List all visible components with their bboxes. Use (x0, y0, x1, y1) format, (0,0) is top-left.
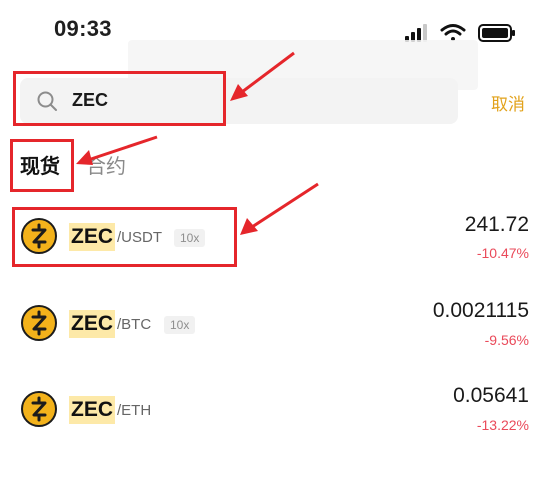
tab-contract[interactable]: 合约 (86, 150, 126, 179)
zec-coin-icon (21, 305, 57, 341)
search-input[interactable]: ZEC (72, 90, 108, 111)
price-change: -10.47% (476, 245, 529, 261)
zec-coin-icon (21, 391, 57, 427)
leverage-badge: 10x (164, 316, 196, 334)
zec-coin-icon (21, 218, 57, 254)
quote-pair: /ETH (117, 402, 152, 419)
status-time: 09:33 (54, 16, 112, 41)
coin-symbol: ZEC (69, 223, 115, 251)
quote-pair: /USDT (117, 229, 162, 246)
list-item[interactable]: ZEC /BTC 10x 0.0021115 -9.56% (0, 284, 553, 364)
wifi-icon (440, 24, 466, 41)
coin-symbol: ZEC (69, 310, 115, 338)
cancel-button[interactable]: 取消 (491, 90, 525, 115)
search-bar[interactable]: ZEC (20, 78, 458, 124)
quote-pair: /BTC (117, 316, 152, 333)
last-price: 0.0021115 (432, 299, 529, 322)
leverage-badge: 10x (174, 229, 206, 247)
list-item[interactable]: ZEC /USDT 10x 241.72 -10.47% (0, 196, 553, 276)
list-item[interactable]: ZEC /ETH 0.05641 -13.22% (0, 370, 553, 450)
last-price: 241.72 (464, 213, 529, 236)
battery-icon (478, 24, 515, 42)
last-price: 0.05641 (453, 384, 529, 407)
price-change: -9.56% (484, 332, 529, 348)
search-icon (37, 91, 57, 111)
price-change: -13.22% (476, 417, 529, 433)
coin-symbol: ZEC (69, 396, 115, 424)
tab-spot[interactable]: 现货 (20, 150, 60, 179)
